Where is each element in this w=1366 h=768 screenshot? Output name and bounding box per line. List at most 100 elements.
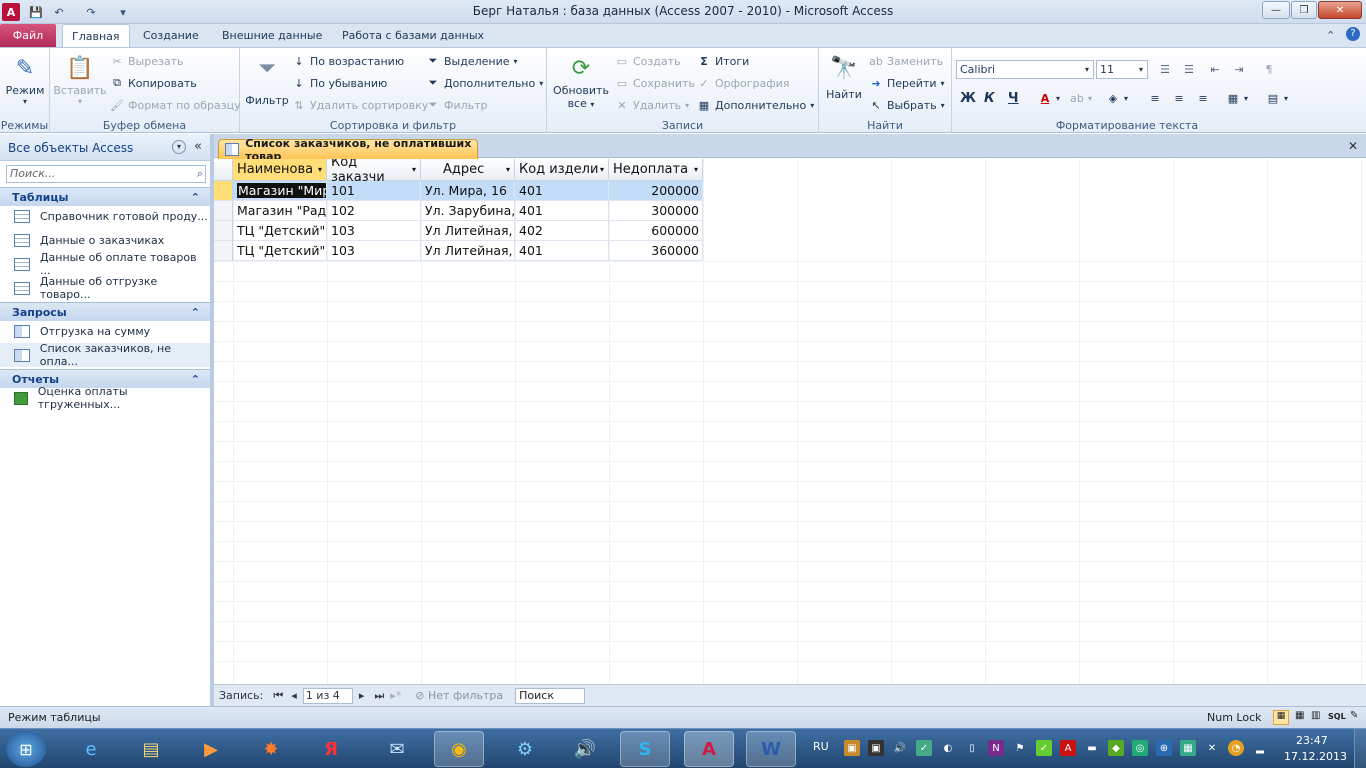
- nav-item-query[interactable]: Отгрузка на сумму: [0, 319, 210, 343]
- design-view-icon[interactable]: ✎: [1350, 710, 1358, 721]
- decrease-indent-button[interactable]: ⇤: [1208, 60, 1222, 78]
- tab-home[interactable]: Главная: [62, 24, 130, 47]
- nav-item-report[interactable]: Оценка оплаты тгруженных...: [0, 385, 210, 411]
- row-selector[interactable]: [214, 241, 233, 261]
- tray-icon[interactable]: ✓: [916, 740, 932, 756]
- numbering-button[interactable]: ☰: [1182, 60, 1196, 78]
- tray-icon[interactable]: ◔: [1228, 740, 1244, 756]
- delete-record-button[interactable]: ✕ Удалить ▾: [615, 96, 689, 114]
- refresh-all-button[interactable]: ⟳ Обновить все ▾: [551, 52, 611, 111]
- tray-icon[interactable]: ✕: [1204, 740, 1220, 756]
- close-button[interactable]: ✕: [1318, 1, 1362, 19]
- cut-button[interactable]: ✂ Вырезать: [110, 52, 183, 70]
- column-header[interactable]: Наименова ▾: [233, 159, 327, 181]
- nav-item-table[interactable]: Справочник готовой проду...: [0, 204, 210, 228]
- nav-search-input[interactable]: Поиск... ⌕: [6, 165, 206, 183]
- table-cell[interactable]: ТЦ "Детский": [233, 241, 327, 261]
- select-button[interactable]: ↖ Выбрать ▾: [869, 96, 944, 114]
- help-icon[interactable]: ?: [1346, 27, 1360, 41]
- column-header[interactable]: Код заказчи ▾: [327, 159, 421, 185]
- column-dropdown-icon[interactable]: ▾: [412, 165, 416, 174]
- tray-icon[interactable]: ◐: [940, 740, 956, 756]
- minimize-button[interactable]: —: [1262, 1, 1290, 19]
- row-selector[interactable]: [214, 181, 233, 201]
- table-cell[interactable]: 401: [515, 181, 609, 201]
- paint-icon[interactable]: ✸: [246, 731, 296, 767]
- tab-file[interactable]: Файл: [0, 24, 56, 47]
- column-dropdown-icon[interactable]: ▾: [506, 165, 510, 174]
- format-painter-button[interactable]: 🖌 Формат по образцу: [110, 96, 241, 114]
- font-size-combo[interactable]: 11 ▾: [1096, 60, 1148, 79]
- tray-icon[interactable]: ⊕: [1156, 740, 1172, 756]
- clock-time[interactable]: 23:47: [1296, 734, 1328, 747]
- column-header[interactable]: Код издели ▾: [515, 159, 609, 181]
- yandex-icon[interactable]: Я: [306, 731, 356, 767]
- align-center-button[interactable]: ≡: [1172, 89, 1186, 107]
- datasheet-view-icon[interactable]: ▦: [1273, 710, 1289, 725]
- table-cell[interactable]: ТЦ "Детский": [233, 221, 327, 241]
- nav-item-table[interactable]: Данные об отгрузке товаро...: [0, 275, 210, 301]
- spelling-button[interactable]: ✓ Орфография: [697, 74, 789, 92]
- last-record-icon[interactable]: ⏭: [374, 689, 384, 703]
- column-header[interactable]: Недоплата ▾: [609, 159, 703, 181]
- new-record-button[interactable]: ▭ Создать: [615, 52, 681, 70]
- explorer-icon[interactable]: ▤: [126, 731, 176, 767]
- tab-create[interactable]: Создание: [134, 24, 208, 47]
- media-player-icon[interactable]: ▶: [186, 731, 236, 767]
- font-color-button[interactable]: A ▾: [1038, 89, 1060, 107]
- bullets-button[interactable]: ☰: [1158, 60, 1172, 78]
- row-selector[interactable]: [214, 201, 233, 221]
- flag-icon[interactable]: ⚑: [1012, 740, 1028, 756]
- italic-button[interactable]: К: [984, 89, 995, 107]
- advanced-filter-button[interactable]: ⏷ Дополнительно ▾: [426, 74, 544, 92]
- table-cell[interactable]: 360000: [609, 241, 703, 261]
- filter-button[interactable]: ⏷ Фильтр: [245, 52, 289, 108]
- skype-icon[interactable]: S: [620, 731, 670, 767]
- first-record-icon[interactable]: ⏮: [273, 689, 283, 703]
- adobe-icon[interactable]: A: [1060, 740, 1076, 756]
- speaker-icon[interactable]: 🔊: [560, 731, 610, 767]
- table-cell[interactable]: Ул. Зарубина,: [421, 201, 515, 221]
- close-document-icon[interactable]: ✕: [1348, 139, 1358, 153]
- access-taskbar-icon[interactable]: A: [684, 731, 734, 767]
- show-desktop-button[interactable]: [1354, 729, 1366, 768]
- table-cell[interactable]: 402: [515, 221, 609, 241]
- view-button[interactable]: ✎ Режим ▾: [4, 52, 46, 107]
- volume-icon[interactable]: 🔊: [892, 740, 908, 756]
- table-cell[interactable]: 101: [327, 181, 421, 201]
- language-indicator[interactable]: RU: [813, 740, 829, 753]
- goto-button[interactable]: ➜ Перейти ▾: [869, 74, 944, 92]
- increase-indent-button[interactable]: ⇥: [1232, 60, 1246, 78]
- underline-button[interactable]: Ч: [1008, 89, 1019, 107]
- next-record-icon[interactable]: ▸: [359, 689, 365, 702]
- more-records-button[interactable]: ▦ Дополнительно ▾: [697, 96, 814, 114]
- align-left-button[interactable]: ≡: [1148, 89, 1162, 107]
- filter-status[interactable]: ⊘ Нет фильтра: [415, 689, 503, 702]
- sort-descending-button[interactable]: ↓ По убыванию: [292, 74, 387, 92]
- table-cell[interactable]: 300000: [609, 201, 703, 221]
- network-icon[interactable]: ⚙: [500, 731, 550, 767]
- nav-menu-chevron-icon[interactable]: ▾: [172, 140, 186, 154]
- paste-button[interactable]: 📋 Вставить ▾: [53, 52, 106, 107]
- column-header[interactable]: Адрес ▾: [421, 159, 515, 181]
- align-right-button[interactable]: ≡: [1196, 89, 1210, 107]
- nav-header[interactable]: Все объекты Access ▾ «: [0, 134, 210, 161]
- internet-explorer-icon[interactable]: e: [66, 731, 116, 767]
- table-cell[interactable]: 103: [327, 241, 421, 261]
- tray-icon[interactable]: ▣: [868, 740, 884, 756]
- table-cell[interactable]: Магазин "Радо: [233, 201, 327, 221]
- find-button[interactable]: 🔭 Найти: [823, 52, 865, 102]
- table-cell[interactable]: 102: [327, 201, 421, 221]
- nvidia-icon[interactable]: ◆: [1108, 740, 1124, 756]
- onenote-icon[interactable]: N: [988, 740, 1004, 756]
- paragraph-marks-button[interactable]: ¶: [1262, 60, 1276, 78]
- word-icon[interactable]: W: [746, 731, 796, 767]
- table-cell[interactable]: 401: [515, 241, 609, 261]
- selection-button[interactable]: ⏷ Выделение ▾: [426, 52, 518, 70]
- table-cell[interactable]: Магазин "Мир: [233, 181, 327, 201]
- table-cell[interactable]: 600000: [609, 221, 703, 241]
- remove-sort-button[interactable]: ⇅ Удалить сортировку: [292, 96, 428, 114]
- select-all-corner[interactable]: [214, 159, 233, 181]
- column-dropdown-icon[interactable]: ▾: [318, 165, 322, 174]
- collapse-pane-icon[interactable]: «: [194, 139, 202, 154]
